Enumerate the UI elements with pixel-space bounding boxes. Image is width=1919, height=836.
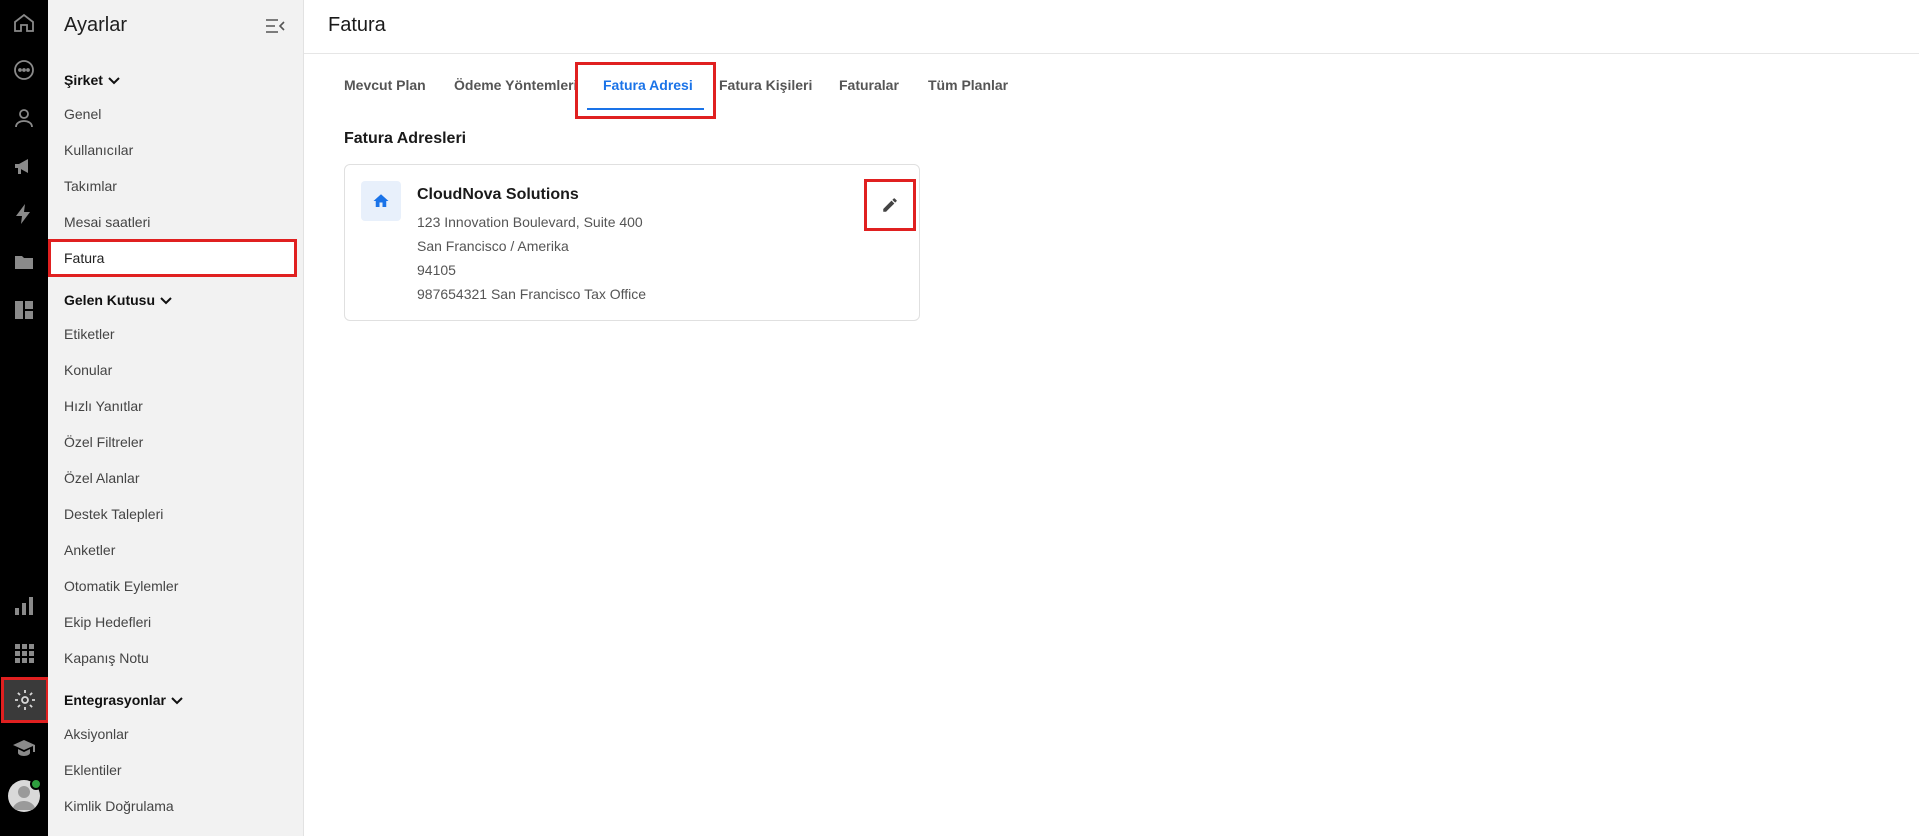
chevron-down-icon (171, 697, 183, 705)
megaphone-icon[interactable] (0, 148, 48, 184)
sidebar-item-kapanis-notu[interactable]: Kapanış Notu (64, 650, 149, 666)
address-street: 123 Innovation Boulevard, Suite 400 (417, 214, 643, 230)
address-tax-info: 987654321 San Francisco Tax Office (417, 286, 647, 302)
sidebar-item-destek-talepleri[interactable]: Destek Talepleri (64, 506, 163, 522)
sidebar-item-genel[interactable]: Genel (64, 106, 101, 122)
app: Ayarlar Şirket Genel Kullanıcılar Takıml… (0, 0, 1919, 836)
tab-odeme-yontemleri[interactable]: Ödeme Yöntemleri (454, 77, 577, 93)
collapse-menu-icon[interactable] (264, 16, 286, 36)
home-icon[interactable] (0, 5, 48, 41)
sidebar-item-mesai-saatleri[interactable]: Mesai saatleri (64, 214, 150, 230)
gear-icon[interactable] (1, 677, 49, 723)
settings-sidebar: Ayarlar Şirket Genel Kullanıcılar Takıml… (48, 0, 304, 836)
dashboard-icon[interactable] (0, 292, 48, 328)
sidebar-item-etiketler[interactable]: Etiketler (64, 326, 115, 342)
sidebar-item-aksiyonlar[interactable]: Aksiyonlar (64, 726, 129, 742)
user-icon[interactable] (0, 100, 48, 136)
section-entegrasyonlar[interactable]: Entegrasyonlar (64, 692, 184, 708)
address-card: CloudNova Solutions 123 Innovation Boule… (344, 164, 920, 321)
sidebar-item-fatura[interactable]: Fatura (48, 239, 297, 277)
sidebar-item-ozel-filtreler[interactable]: Özel Filtreler (64, 434, 143, 450)
address-city-country: San Francisco / Amerika (417, 238, 569, 254)
sidebar-item-ekip-hedefleri[interactable]: Ekip Hedefleri (64, 614, 151, 630)
bar-chart-icon[interactable] (0, 588, 48, 624)
tab-highlight-box (575, 62, 716, 119)
sidebar-item-ozel-alanlar[interactable]: Özel Alanlar (64, 470, 139, 486)
chat-icon[interactable] (0, 52, 48, 88)
folder-icon[interactable] (0, 244, 48, 280)
graduation-cap-icon[interactable] (0, 730, 48, 766)
address-postal-code: 94105 (417, 262, 456, 278)
tab-mevcut-plan[interactable]: Mevcut Plan (344, 77, 426, 93)
section-gelen-kutusu[interactable]: Gelen Kutusu (64, 292, 173, 308)
chevron-down-icon (160, 297, 172, 305)
sidebar-title: Ayarlar (64, 14, 127, 36)
sidebar-item-kullanicilar[interactable]: Kullanıcılar (64, 142, 133, 158)
sidebar-item-takimlar[interactable]: Takımlar (64, 178, 117, 194)
page-title: Fatura (328, 14, 386, 36)
sidebar-item-anketler[interactable]: Anketler (64, 542, 115, 558)
sidebar-item-konular[interactable]: Konular (64, 362, 112, 378)
tab-faturalar[interactable]: Faturalar (839, 77, 899, 93)
home-icon (361, 181, 401, 221)
top-bar: Fatura (304, 0, 1919, 54)
online-status-dot (30, 778, 42, 790)
main-content: Fatura Mevcut Plan Ödeme Yöntemleri Fatu… (304, 0, 1919, 836)
sidebar-item-eklentiler[interactable]: Eklentiler (64, 762, 122, 778)
sidebar-item-kimlik-dogrulama[interactable]: Kimlik Doğrulama (64, 798, 174, 814)
sidebar-item-otomatik-eylemler[interactable]: Otomatik Eylemler (64, 578, 178, 594)
pencil-icon (883, 198, 897, 212)
sidebar-item-hizli-yanitlar[interactable]: Hızlı Yanıtlar (64, 398, 143, 414)
section-title: Fatura Adresleri (344, 130, 467, 147)
apps-grid-icon[interactable] (0, 635, 48, 671)
icon-rail (0, 0, 49, 836)
bolt-icon[interactable] (0, 196, 48, 232)
chevron-down-icon (108, 77, 120, 85)
section-sirket[interactable]: Şirket (64, 72, 121, 88)
tab-tum-planlar[interactable]: Tüm Planlar (928, 77, 1008, 93)
tab-fatura-kisileri[interactable]: Fatura Kişileri (719, 77, 812, 93)
edit-address-button[interactable] (864, 179, 916, 231)
company-name: CloudNova Solutions (417, 186, 579, 203)
